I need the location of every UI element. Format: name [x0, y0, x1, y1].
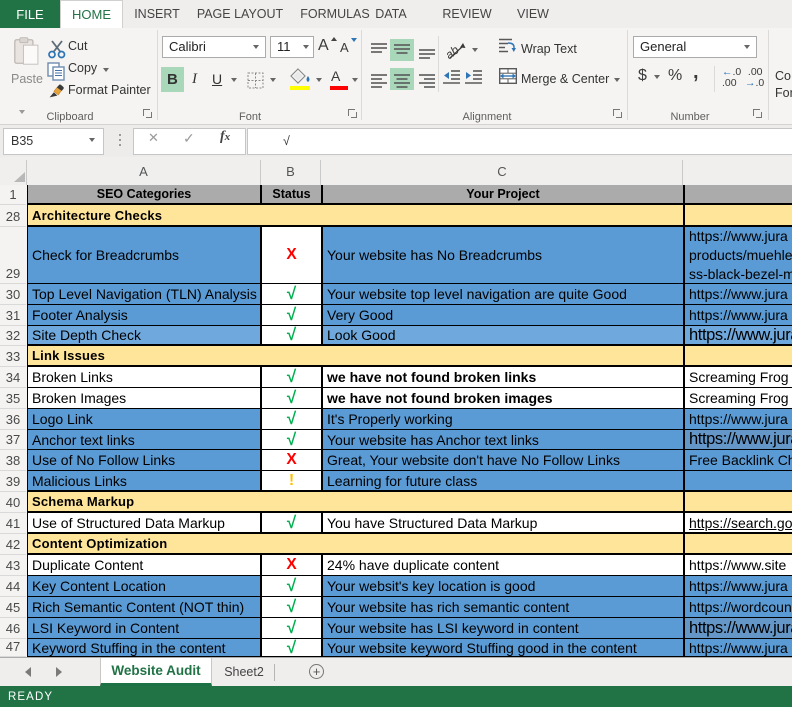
svg-text:ab: ab [446, 43, 462, 61]
